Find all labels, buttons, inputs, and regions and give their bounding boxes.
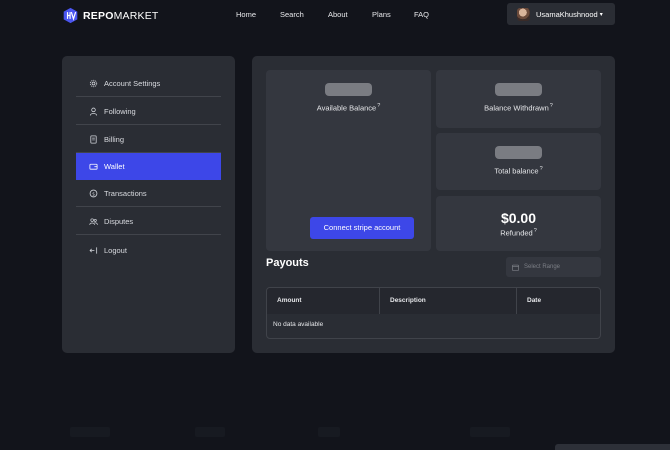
bottom-dock[interactable] xyxy=(555,444,670,450)
top-navbar: REPOMARKET Home Search About Plans FAQ U… xyxy=(0,0,670,30)
sidebar-item-label: Following xyxy=(104,106,136,116)
dollar-circle-icon: $ xyxy=(89,189,98,198)
info-icon[interactable]: ? xyxy=(377,103,380,109)
brand-logo[interactable]: REPOMARKET xyxy=(62,7,159,24)
sidebar-item-label: Wallet xyxy=(104,162,125,171)
range-placeholder: Select Range xyxy=(524,264,561,270)
balance-withdrawn-card: Balance Withdrawn? xyxy=(436,70,601,128)
user-icon xyxy=(89,107,98,116)
refunded-amount: $0.00 xyxy=(500,210,537,226)
refunded-card: $0.00 Refunded? xyxy=(436,196,601,251)
column-header-description[interactable]: Description xyxy=(379,288,516,314)
table-header: Amount Description Date xyxy=(267,288,600,314)
balance-placeholder xyxy=(495,83,542,96)
wallet-icon xyxy=(89,162,98,171)
column-header-amount[interactable]: Amount xyxy=(267,288,379,314)
total-balance-text: Total balance xyxy=(494,166,539,176)
balance-withdrawn-text: Balance Withdrawn xyxy=(484,103,549,113)
footer-placeholder xyxy=(318,427,340,437)
sidebar-item-disputes[interactable]: Disputes xyxy=(76,208,221,235)
available-balance-card: Available Balance? Connect stripe accoun… xyxy=(266,70,431,251)
payouts-heading: Payouts xyxy=(266,257,309,269)
sidebar-item-label: Disputes xyxy=(104,216,134,226)
sidebar-item-wallet[interactable]: Wallet xyxy=(76,153,221,180)
nav-plans[interactable]: Plans xyxy=(372,10,391,19)
chevron-down-icon: ▾ xyxy=(599,11,603,18)
payouts-table: Amount Description Date No data availabl… xyxy=(266,287,601,339)
sidebar-item-billing[interactable]: Billing xyxy=(76,126,221,153)
user-menu-button[interactable]: UsamaKhushnood ▾ xyxy=(507,3,615,25)
info-icon[interactable]: ? xyxy=(540,166,543,172)
calendar-icon xyxy=(512,264,519,271)
account-sidebar: Account Settings Following Billing Walle… xyxy=(62,56,235,353)
svg-text:$: $ xyxy=(92,191,95,197)
sidebar-item-account-settings[interactable]: Account Settings xyxy=(76,70,221,97)
sidebar-item-label: Billing xyxy=(104,134,125,144)
nav-home[interactable]: Home xyxy=(236,10,256,19)
available-balance-text: Available Balance xyxy=(316,103,377,113)
balance-withdrawn-label: Balance Withdrawn? xyxy=(436,103,601,113)
empty-state-text: No data available xyxy=(273,321,324,328)
balance-placeholder xyxy=(325,83,372,96)
total-balance-label: Total balance? xyxy=(436,166,601,176)
people-icon xyxy=(89,217,98,226)
info-icon[interactable]: ? xyxy=(534,228,537,234)
sidebar-item-transactions[interactable]: $ Transactions xyxy=(76,180,221,207)
total-balance-card: Total balance? xyxy=(436,133,601,190)
wallet-panel: Available Balance? Connect stripe accoun… xyxy=(252,56,615,353)
sidebar-item-logout[interactable]: Logout xyxy=(76,237,221,264)
column-header-date[interactable]: Date xyxy=(516,288,600,314)
logo-text-light: MARKET xyxy=(113,9,159,22)
sidebar-item-label: Transactions xyxy=(104,188,147,198)
balance-placeholder xyxy=(495,146,542,159)
logout-icon xyxy=(89,246,98,255)
connect-stripe-button[interactable]: Connect stripe account xyxy=(310,217,414,239)
receipt-icon xyxy=(89,134,98,144)
refunded-label: Refunded? xyxy=(436,228,601,238)
nav-search[interactable]: Search xyxy=(280,10,304,19)
refunded-text: Refunded xyxy=(500,228,533,238)
logo-text: REPOMARKET xyxy=(83,10,159,22)
sidebar-item-label: Account Settings xyxy=(104,78,161,88)
footer-placeholder xyxy=(195,427,225,437)
sidebar-item-following[interactable]: Following xyxy=(76,98,221,125)
info-icon[interactable]: ? xyxy=(550,103,553,109)
logo-text-bold: REPO xyxy=(83,9,114,22)
nav-about[interactable]: About xyxy=(328,10,348,19)
date-range-picker[interactable]: Select Range xyxy=(506,257,601,277)
logo-icon xyxy=(63,7,78,24)
user-name: UsamaKhushnood xyxy=(536,9,598,19)
footer-placeholder xyxy=(470,427,510,437)
footer-placeholder xyxy=(70,427,110,437)
available-balance-label: Available Balance? xyxy=(266,103,431,113)
sidebar-item-label: Logout xyxy=(104,246,127,255)
nav-faq[interactable]: FAQ xyxy=(414,10,429,19)
gear-icon xyxy=(89,79,98,88)
avatar xyxy=(517,7,530,21)
